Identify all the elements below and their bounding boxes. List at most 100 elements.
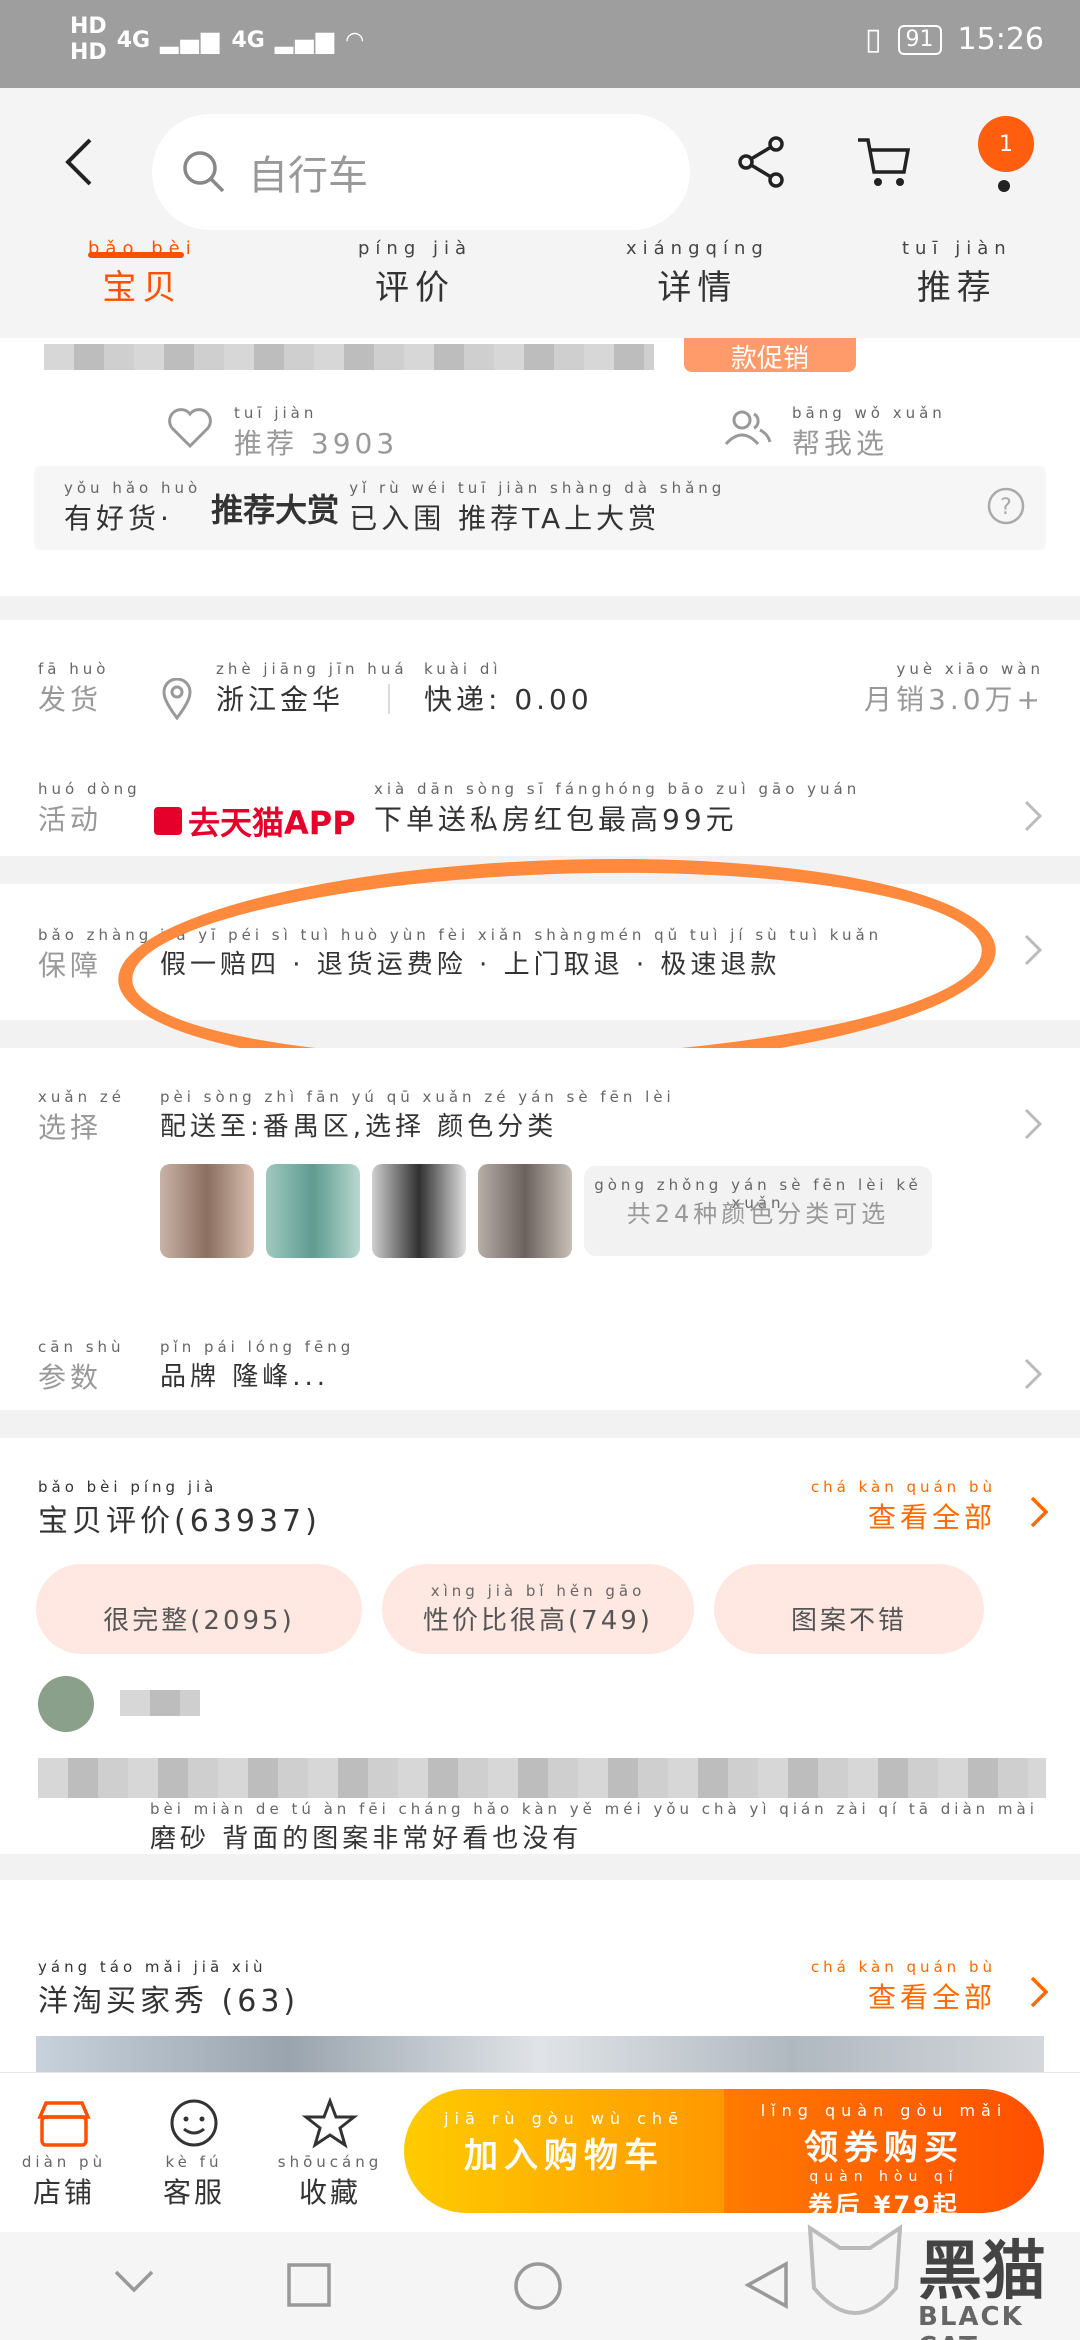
back-triangle-icon[interactable] <box>744 2260 790 2310</box>
service-button[interactable]: kè fú 客服 <box>134 2097 254 2211</box>
coupon-buy-button[interactable]: lǐng quàn gòu mǎi 领券购买 quàn hòu qǐ 券后 ¥7… <box>724 2089 1044 2219</box>
signal-icon: ▂▄▆ <box>160 26 222 54</box>
share-icon[interactable] <box>732 132 792 192</box>
more-colors-chip[interactable]: gòng zhǒng yán sè fēn lèi kě xuǎn 共24种颜色… <box>584 1166 932 1256</box>
back-arrow-icon[interactable] <box>56 130 104 194</box>
guarantee-key-label: 保障 <box>38 949 103 982</box>
location-pinyin: zhè jiāng jīn huá <box>216 660 408 678</box>
svg-text:?: ? <box>1000 495 1012 520</box>
black-cat-watermark: 黑猫 BLACK CAT <box>800 2218 1080 2340</box>
color-thumb[interactable] <box>372 1164 466 1258</box>
tab-tuijian[interactable]: tuī jiàn 推荐 <box>902 238 1012 309</box>
express-pinyin: kuài dì <box>424 660 502 678</box>
help-choose[interactable]: bāng wǒ xuǎn 帮我选 <box>792 404 946 462</box>
chevron-right-icon <box>1024 1108 1043 1140</box>
shipping-key-label: 发货 <box>38 683 103 716</box>
see-all-label: 查看全部 <box>867 1501 996 1534</box>
review-snippet[interactable]: bèi miàn de tú àn fēi cháng hǎo kàn yě m… <box>150 1800 1038 1855</box>
tab-xiangqing[interactable]: xiángqíng 详情 <box>626 238 769 309</box>
buyer-show-label: 洋淘买家秀 (63) <box>38 1984 300 2019</box>
shop-button[interactable]: diàn pù 店铺 <box>4 2097 124 2211</box>
gift-icon <box>154 807 182 835</box>
see-all-label: 查看全部 <box>867 1981 996 2014</box>
reward-banner[interactable]: yǒu hǎo huò 有好货· 推荐大赏 yǐ rù wéi tuī jiàn… <box>34 466 1046 550</box>
recommend-count[interactable]: tuī jiàn 推荐 3903 <box>234 404 398 462</box>
shipping-key: fā huò 发货 <box>38 660 109 718</box>
tmall-label: 去天猫APP <box>188 804 356 842</box>
search-input[interactable]: 自行车 <box>152 114 690 230</box>
watermark-cn: 黑猫 <box>918 2235 1046 2309</box>
activity-key: huó dòng 活动 <box>38 780 141 838</box>
bottom-action-bar: diàn pù 店铺 kè fú 客服 shōucáng 收藏 jiā rù g… <box>0 2072 1080 2232</box>
help-pinyin: bāng wǒ xuǎn <box>792 404 946 422</box>
review-tag-chip[interactable]: 很完整(2095) <box>36 1564 362 1654</box>
tab-pingjia[interactable]: píng jià 评价 <box>358 238 472 309</box>
home-icon[interactable] <box>512 2260 564 2312</box>
star-icon <box>301 2096 359 2149</box>
color-thumb[interactable] <box>478 1164 572 1258</box>
color-thumb[interactable] <box>160 1164 254 1258</box>
see-all-pinyin: chá kàn quán bù <box>810 1958 996 1976</box>
blurred-review-line <box>38 1758 1046 1798</box>
fav-label: 收藏 <box>298 2176 361 2209</box>
tab-label: 详情 <box>657 268 738 308</box>
divider <box>388 684 390 714</box>
recent-apps-icon[interactable] <box>286 2262 332 2308</box>
params-desc-label: 品牌 隆峰... <box>160 1362 330 1392</box>
tab-label: 评价 <box>375 268 455 308</box>
reward-bold: 推荐大赏 <box>211 491 340 529</box>
more-dot-icon[interactable] <box>998 180 1010 192</box>
tab-pinyin: tuī jiàn <box>902 238 1012 259</box>
clock: 15:26 <box>957 22 1044 57</box>
chip-pinyin: xìng jià bǐ hěn gāo <box>430 1581 646 1600</box>
buyer-show-title: yáng táo mǎi jiā xiù 洋淘买家秀 (63) <box>38 1958 299 2020</box>
cart-label: 加入购物车 <box>464 2136 664 2176</box>
chevron-down-icon[interactable] <box>112 2266 156 2296</box>
cart-icon[interactable] <box>854 132 914 192</box>
favorite-button[interactable]: shōucáng 收藏 <box>270 2096 390 2211</box>
reward-part-1: yǒu hǎo huò 有好货· <box>64 479 201 537</box>
chevron-right-icon[interactable] <box>1028 1974 1050 2010</box>
vibrate-icon: ▯ <box>865 22 882 57</box>
sales-pinyin: yuè xiāo wàn <box>896 660 1044 678</box>
buyer-photos-strip[interactable] <box>36 2036 1044 2072</box>
buy-pinyin: lǐng quàn gòu mǎi <box>760 2101 1008 2120</box>
buyer-show-card: yáng táo mǎi jiā xiù 洋淘买家秀 (63) chá kàn … <box>0 1880 1080 2072</box>
watermark-en: BLACK CAT <box>918 2302 1024 2340</box>
more-colors-pinyin: gòng zhǒng yán sè fēn lèi kě xuǎn <box>594 1176 922 1212</box>
color-thumb[interactable] <box>266 1164 360 1258</box>
tab-pinyin: xiángqíng <box>626 238 769 259</box>
cart-pinyin: jiā rù gòu wù chē <box>444 2109 684 2128</box>
chevron-right-icon[interactable] <box>1028 1494 1050 1530</box>
status-bar: HD HD 4G ▂▄▆ 4G ▂▄▆ ◠ ▯ 91 15:26 <box>0 0 1080 88</box>
wifi-icon: ◠ <box>346 27 364 53</box>
help-label: 帮我选 <box>792 427 889 460</box>
add-to-cart-button[interactable]: jiā rù gòu wù chē 加入购物车 <box>404 2089 724 2213</box>
heart-icon[interactable] <box>166 406 214 450</box>
question-icon[interactable]: ? <box>986 486 1026 526</box>
buyer-show-see-all[interactable]: chá kàn quán bù 查看全部 <box>811 1958 996 2016</box>
location-pin-icon <box>162 678 192 720</box>
signal-group: HD HD 4G ▂▄▆ 4G ▂▄▆ ◠ <box>70 14 363 66</box>
reward-part-2: yǐ rù wéi tuī jiàn shàng dà shǎng 已入围 推荐… <box>349 479 725 537</box>
see-all-pinyin: chá kàn quán bù <box>810 1478 996 1496</box>
activity-desc-label: 下单送私房红包最高99元 <box>374 803 738 836</box>
guarantee-key-pinyin: bǎo zhàng <box>38 926 153 944</box>
activity-key-label: 活动 <box>38 803 103 836</box>
tab-label: 宝贝 <box>102 268 183 308</box>
reviews-see-all[interactable]: chá kàn quán bù 查看全部 <box>811 1478 996 1536</box>
shop-label: 店铺 <box>32 2176 95 2209</box>
tab-baobei[interactable]: bǎo bèi 宝贝 <box>88 238 197 309</box>
more-colors-label: 共24种颜色分类可选 <box>626 1200 890 1228</box>
network-label-2: 4G <box>231 27 265 53</box>
people-icon[interactable] <box>722 408 772 448</box>
review-tag-chip[interactable]: xìng jià bǐ hěn gāo 性价比很高(749) <box>382 1564 694 1654</box>
review-tag-chip[interactable]: 图案不错 <box>714 1564 984 1654</box>
params-key-label: 参数 <box>38 1361 103 1394</box>
params-desc-pinyin: pǐn pái lóng fēng <box>160 1338 355 1356</box>
tab-pinyin: píng jià <box>358 238 473 259</box>
params-desc: pǐn pái lóng fēng 品牌 隆峰... <box>160 1338 354 1393</box>
activity-desc: xià dān sòng sī fánghóng bāo zuì gāo yuá… <box>374 780 860 838</box>
search-placeholder: 自行车 <box>248 153 368 199</box>
cart-count-badge[interactable]: 1 <box>978 116 1034 172</box>
